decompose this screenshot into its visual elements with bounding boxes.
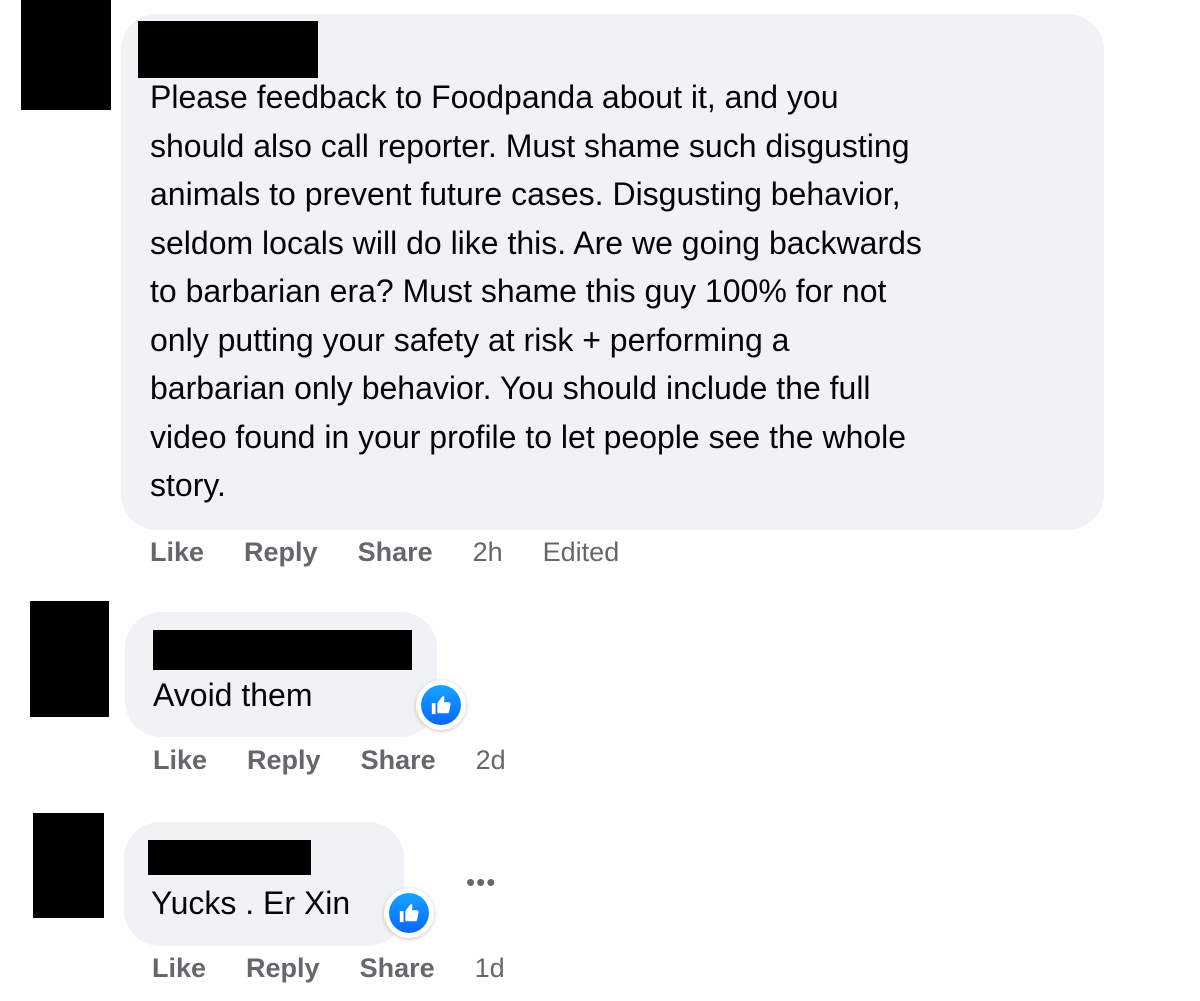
edited-label[interactable]: Edited <box>543 537 620 568</box>
reply-button[interactable]: Reply <box>246 953 320 984</box>
comment-text: Please feedback to Foodpanda about it, a… <box>150 79 922 503</box>
author-name-redacted[interactable] <box>153 630 412 670</box>
comment-actions: Like Reply Share 2d <box>153 740 506 780</box>
comment-text: Yucks . Er Xin <box>151 885 351 921</box>
author-name-redacted[interactable] <box>148 840 311 875</box>
share-button[interactable]: Share <box>360 953 435 984</box>
reaction-badge[interactable] <box>384 888 434 938</box>
like-reaction-icon <box>389 893 429 933</box>
comment-actions: Like Reply Share 1d <box>152 948 505 988</box>
share-button[interactable]: Share <box>361 745 436 776</box>
reaction-badge[interactable] <box>416 680 466 730</box>
comment-actions: Like Reply Share 2h Edited <box>150 532 619 572</box>
reply-button[interactable]: Reply <box>247 745 321 776</box>
like-button[interactable]: Like <box>153 745 207 776</box>
more-options-icon[interactable]: ••• <box>466 867 496 898</box>
avatar-redacted[interactable] <box>33 813 104 918</box>
timestamp[interactable]: 1d <box>475 953 505 984</box>
like-button[interactable]: Like <box>150 537 204 568</box>
timestamp[interactable]: 2h <box>473 537 503 568</box>
like-button[interactable]: Like <box>152 953 206 984</box>
author-name-redacted[interactable] <box>138 21 318 78</box>
share-button[interactable]: Share <box>358 537 433 568</box>
avatar-redacted[interactable] <box>21 0 111 110</box>
like-reaction-icon <box>421 685 461 725</box>
reply-button[interactable]: Reply <box>244 537 318 568</box>
timestamp[interactable]: 2d <box>476 745 506 776</box>
avatar-redacted[interactable] <box>30 601 109 717</box>
comment-text: Avoid them <box>153 677 313 713</box>
